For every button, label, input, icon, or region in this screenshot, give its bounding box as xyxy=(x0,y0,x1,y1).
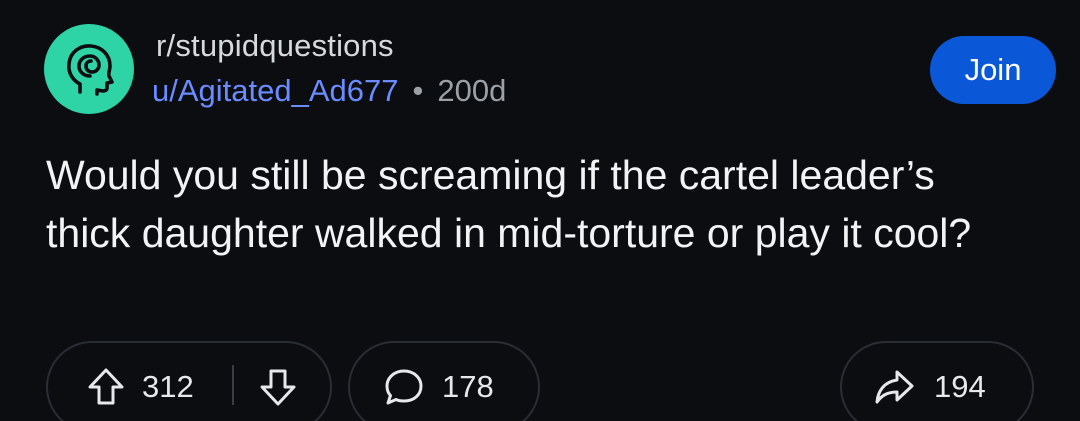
comments-button[interactable]: 178 xyxy=(348,341,540,421)
author-link[interactable]: u/Agitated_Ad677 xyxy=(152,73,399,109)
share-arrow-icon xyxy=(875,370,914,404)
post-meta: u/Agitated_Ad677 • 200d xyxy=(152,73,506,109)
downvote-button[interactable] xyxy=(254,365,302,409)
vote-divider xyxy=(232,365,234,405)
head-swirl-icon xyxy=(67,44,114,96)
speech-bubble-icon xyxy=(385,369,423,405)
post-title[interactable]: Would you still be screaming if the cart… xyxy=(46,146,1006,262)
upvote-button[interactable] xyxy=(82,365,130,409)
share-icon-wrap xyxy=(870,365,918,409)
share-count: 194 xyxy=(934,369,986,404)
share-button[interactable]: 194 xyxy=(840,341,1034,421)
upvote-count: 312 xyxy=(142,369,194,404)
comment-icon-wrap xyxy=(380,365,428,409)
join-button[interactable]: Join xyxy=(930,36,1056,104)
community-avatar[interactable] xyxy=(44,24,134,114)
vote-control: 312 xyxy=(46,341,332,421)
post-age: 200d xyxy=(437,73,507,108)
meta-separator: • xyxy=(412,73,424,108)
post-card[interactable]: r/stupidquestions u/Agitated_Ad677 • 200… xyxy=(0,0,1080,421)
arrow-up-icon xyxy=(88,368,124,405)
community-name[interactable]: r/stupidquestions xyxy=(156,28,394,64)
arrow-down-icon xyxy=(260,369,296,406)
comment-count: 178 xyxy=(442,369,494,404)
